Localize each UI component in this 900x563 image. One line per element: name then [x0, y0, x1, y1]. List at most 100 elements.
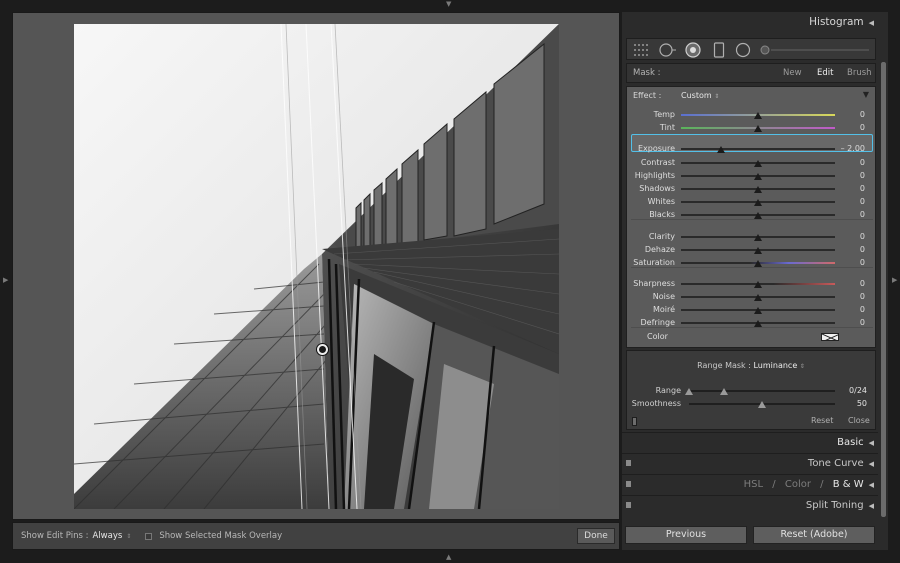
slider-value[interactable]: 0: [860, 245, 865, 254]
slider-value[interactable]: – 2.00: [841, 144, 865, 153]
smoothness-value[interactable]: 50: [857, 399, 867, 408]
tab-hsl[interactable]: HSL: [744, 479, 763, 490]
slider-knob[interactable]: [754, 112, 762, 119]
slider-knob[interactable]: [754, 307, 762, 314]
done-button[interactable]: Done: [577, 528, 615, 544]
mask-edit-button[interactable]: Edit: [817, 64, 833, 82]
slider-value[interactable]: 0: [860, 123, 865, 132]
slider-knob[interactable]: [754, 234, 762, 241]
range-value[interactable]: 0/24: [849, 386, 867, 395]
slider-value[interactable]: 0: [860, 110, 865, 119]
slider-row-moir: Moiré 0: [627, 304, 875, 317]
slider-value[interactable]: 0: [860, 184, 865, 193]
mask-overlay-checkbox[interactable]: [145, 532, 153, 540]
slider-row-shadows: Shadows 0: [627, 183, 875, 196]
range-knob-low[interactable]: [685, 388, 693, 395]
slider-knob[interactable]: [754, 173, 762, 180]
range-knob-high[interactable]: [720, 388, 728, 395]
photo-image[interactable]: [74, 24, 559, 509]
right-panel-arrow-icon[interactable]: ▶: [892, 277, 897, 284]
slider-knob[interactable]: [754, 294, 762, 301]
slider-value[interactable]: 0: [860, 232, 865, 241]
section-split-toning[interactable]: Split Toning ◀: [622, 495, 878, 514]
updown-icon[interactable]: ⇕: [126, 533, 131, 540]
panel-toggle-switch[interactable]: [626, 460, 631, 466]
slider-label: Shadows: [639, 184, 675, 193]
top-panel-arrow-icon[interactable]: ▼: [446, 1, 451, 8]
range-mask-label: Range Mask :: [697, 361, 751, 370]
color-swatch[interactable]: [821, 333, 839, 341]
mask-overlay-label[interactable]: Show Selected Mask Overlay: [159, 531, 282, 541]
show-edit-pins-select[interactable]: Always: [92, 531, 122, 541]
photo-canvas[interactable]: [12, 12, 620, 520]
bottom-toolbar: Show Edit Pins : Always ⇕ Show Selected …: [12, 522, 620, 550]
tab-color[interactable]: Color: [785, 479, 811, 490]
panel-expand-icon[interactable]: ▼: [863, 90, 869, 99]
collapse-arrow-icon[interactable]: ◀: [869, 19, 874, 27]
range-mask-row[interactable]: Range Mask : Luminance ⇕: [627, 361, 875, 370]
slider-value[interactable]: 0: [860, 292, 865, 301]
effect-label: Effect :: [633, 91, 662, 100]
panel-toggle-switch[interactable]: [626, 481, 631, 487]
slider-value[interactable]: 0: [860, 305, 865, 314]
color-label: Color: [647, 332, 668, 341]
slider-value[interactable]: 0: [860, 210, 865, 219]
bottom-panel-arrow-icon[interactable]: ▲: [446, 554, 451, 561]
slider-label: Noise: [652, 292, 675, 301]
slider-value[interactable]: 0: [860, 197, 865, 206]
section-tone-curve[interactable]: Tone Curve ◀: [622, 453, 878, 472]
slider-label: Clarity: [648, 232, 675, 241]
panel-scrollbar[interactable]: [881, 62, 886, 517]
radial-filter-icon[interactable]: [685, 42, 701, 58]
slider-track[interactable]: [681, 148, 835, 150]
collapse-arrow-icon: ◀: [868, 481, 874, 489]
previous-button[interactable]: Previous: [625, 526, 747, 544]
mask-brush-button[interactable]: Brush: [847, 64, 872, 82]
slider-row-noise: Noise 0: [627, 291, 875, 304]
mask-new-button[interactable]: New: [783, 64, 802, 82]
slider-knob[interactable]: [754, 320, 762, 327]
slider-value[interactable]: 0: [860, 158, 865, 167]
section-split-toning-label: Split Toning: [805, 500, 864, 511]
panel-toggle-switch[interactable]: [632, 417, 637, 426]
slider-row-saturation: Saturation 0: [627, 257, 875, 270]
reset-adobe-button[interactable]: Reset (Adobe): [753, 526, 875, 544]
slider-knob[interactable]: [717, 146, 726, 153]
range-mask-value: Luminance: [753, 361, 798, 370]
slider-value[interactable]: 0: [860, 258, 865, 267]
local-adjustments-panel: Effect : Custom ⇕ ▼ Temp 0 Tint 0 Exposure – …: [626, 86, 876, 348]
graduated-filter-icon[interactable]: [713, 42, 725, 58]
slider-knob[interactable]: [754, 186, 762, 193]
slider-label: Highlights: [634, 171, 675, 180]
slider-knob[interactable]: [754, 247, 762, 254]
range-track[interactable]: [689, 390, 835, 392]
slider-value[interactable]: 0: [860, 318, 865, 327]
smoothness-label: Smoothness: [631, 399, 681, 408]
slider-knob[interactable]: [754, 199, 762, 206]
edit-pin-marker[interactable]: [317, 344, 328, 355]
section-hsl-color-bw[interactable]: HSL / Color / B & W ◀: [622, 474, 878, 493]
section-basic[interactable]: Basic ◀: [622, 432, 878, 451]
brush-slider-icon[interactable]: [759, 44, 871, 56]
tab-bw[interactable]: B & W: [833, 479, 864, 490]
slider-knob[interactable]: [754, 160, 762, 167]
section-basic-label: Basic: [837, 437, 864, 448]
close-button[interactable]: Close: [848, 412, 870, 430]
slider-label: Contrast: [640, 158, 675, 167]
slider-value[interactable]: 0: [860, 171, 865, 180]
histogram-header[interactable]: Histogram ◀: [622, 12, 878, 34]
grid-dots-icon[interactable]: [633, 43, 649, 57]
panel-toggle-switch[interactable]: [626, 502, 631, 508]
effect-select[interactable]: Custom ⇕: [681, 91, 719, 100]
scrollbar-thumb[interactable]: [881, 62, 886, 517]
left-panel-arrow-icon[interactable]: ▶: [3, 277, 8, 284]
slider-knob[interactable]: [754, 260, 762, 267]
slider-knob[interactable]: [754, 281, 762, 288]
circle-outline-icon[interactable]: [735, 42, 751, 58]
slider-knob[interactable]: [754, 125, 762, 132]
slider-value[interactable]: 0: [860, 279, 865, 288]
slider-knob[interactable]: [754, 212, 762, 219]
reset-button[interactable]: Reset: [811, 412, 833, 430]
smoothness-knob[interactable]: [758, 401, 766, 408]
spot-removal-icon[interactable]: [659, 43, 677, 57]
